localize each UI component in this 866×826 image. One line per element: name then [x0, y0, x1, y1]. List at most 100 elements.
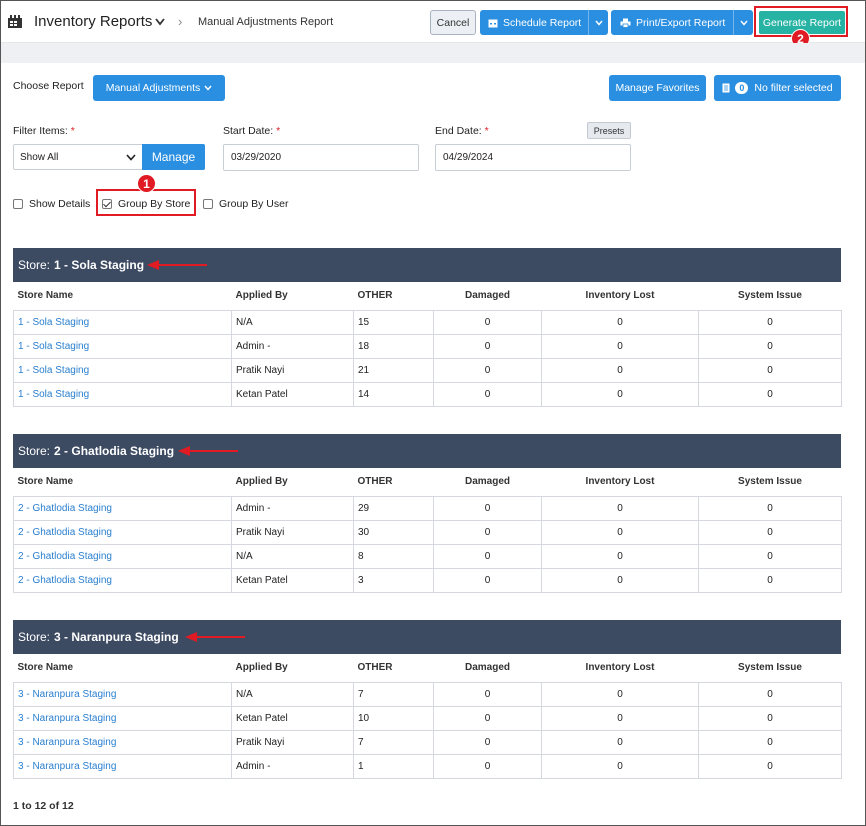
column-header[interactable]: Damaged: [433, 468, 542, 497]
store-group-title: 1 - Sola Staging: [54, 258, 145, 272]
store-name-link[interactable]: 2 - Ghatlodia Staging: [13, 495, 232, 521]
table-cell: 8: [353, 543, 434, 569]
table-cell: N/A: [231, 681, 354, 707]
table-cell: Pratik Nayi: [231, 519, 354, 545]
filter-items-value: Show All: [20, 151, 59, 163]
table-row: 2 - Ghatlodia Staging Pratik Nayi 30 0 0 0: [13, 519, 842, 545]
filter-items-select[interactable]: Show All: [13, 144, 143, 170]
store-name-link[interactable]: 1 - Sola Staging: [13, 333, 232, 359]
start-date-input[interactable]: 03/29/2020: [223, 144, 419, 171]
checkbox-icon[interactable]: [13, 199, 23, 209]
checkbox-icon[interactable]: [203, 199, 213, 209]
column-header[interactable]: Inventory Lost: [541, 654, 699, 683]
column-header[interactable]: Applied By: [231, 468, 354, 497]
schedule-dropdown-toggle[interactable]: [588, 10, 608, 35]
column-header[interactable]: OTHER: [353, 468, 434, 497]
chevron-down-icon[interactable]: [154, 17, 166, 27]
table-cell: 0: [698, 309, 842, 335]
table-cell: 10: [353, 705, 434, 731]
store-prefix: Store:: [18, 630, 51, 644]
table-cell: 0: [541, 729, 699, 755]
column-header[interactable]: Applied By: [231, 654, 354, 683]
group-by-user-checkbox[interactable]: Group By User: [203, 198, 288, 210]
filter-status-label: No filter selected: [754, 82, 833, 94]
table-cell: N/A: [231, 543, 354, 569]
annotation-callout-1: 1: [137, 174, 156, 193]
chevron-down-icon: [739, 20, 748, 26]
report-select-button[interactable]: Manual Adjustments: [93, 75, 225, 101]
table-cell: 0: [433, 681, 542, 707]
column-header[interactable]: Damaged: [433, 654, 542, 683]
table-cell: 0: [433, 705, 542, 731]
table-cell: 0: [433, 357, 542, 383]
print-dropdown-toggle[interactable]: [733, 10, 753, 35]
presets-button[interactable]: Presets: [587, 122, 631, 139]
chevron-down-icon: [204, 85, 212, 91]
column-header[interactable]: Damaged: [433, 282, 542, 311]
store-group-header: Store: 2 - Ghatlodia Staging: [13, 434, 841, 468]
schedule-report-button[interactable]: Schedule Report: [480, 10, 608, 35]
store-group-header: Store: 1 - Sola Staging: [13, 248, 841, 282]
manage-favorites-button[interactable]: Manage Favorites: [609, 75, 706, 101]
store-table: Store Name Applied By OTHER Damaged Inventor…: [13, 468, 842, 593]
table-cell: Admin -: [231, 753, 354, 779]
store-name-link[interactable]: 1 - Sola Staging: [13, 381, 232, 407]
group-by-user-label: Group By User: [219, 198, 289, 210]
print-export-button[interactable]: Print/Export Report: [611, 10, 753, 35]
table-header-row: Store Name Applied By OTHER Damaged Inventor…: [13, 654, 842, 683]
table-cell: 0: [698, 729, 842, 755]
column-header[interactable]: System Issue: [698, 468, 842, 497]
table-cell: 0: [433, 519, 542, 545]
column-header[interactable]: Inventory Lost: [541, 468, 699, 497]
table-row: 3 - Naranpura Staging Pratik Nayi 7 0 0 0: [13, 729, 842, 755]
table-cell: 0: [541, 705, 699, 731]
column-header[interactable]: Inventory Lost: [541, 282, 699, 311]
table-cell: 18: [353, 333, 434, 359]
store-name-link[interactable]: 3 - Naranpura Staging: [13, 753, 232, 779]
chevron-right-icon: ›: [178, 14, 183, 29]
table-cell: 1: [353, 753, 434, 779]
table-cell: 0: [541, 309, 699, 335]
store-prefix: Store:: [18, 258, 51, 272]
store-name-link[interactable]: 3 - Naranpura Staging: [13, 729, 232, 755]
store-name-link[interactable]: 1 - Sola Staging: [13, 357, 232, 383]
column-header[interactable]: System Issue: [698, 282, 842, 311]
table-cell: 29: [353, 495, 434, 521]
table-cell: Pratik Nayi: [231, 729, 354, 755]
store-name-link[interactable]: 2 - Ghatlodia Staging: [13, 519, 232, 545]
column-header[interactable]: OTHER: [353, 654, 434, 683]
column-header[interactable]: Store Name: [13, 282, 232, 311]
store-group: Store: 2 - Ghatlodia Staging Store Name App…: [13, 434, 842, 593]
store-name-link[interactable]: 1 - Sola Staging: [13, 309, 232, 335]
column-header[interactable]: OTHER: [353, 282, 434, 311]
table-cell: 0: [433, 333, 542, 359]
table-cell: 0: [541, 495, 699, 521]
chevron-down-icon: [126, 153, 136, 161]
column-header[interactable]: System Issue: [698, 654, 842, 683]
filter-count-badge: 0: [735, 82, 749, 94]
store-name-link[interactable]: 2 - Ghatlodia Staging: [13, 543, 232, 569]
table-row: 1 - Sola Staging Ketan Patel 14 0 0 0: [13, 381, 842, 407]
top-header: Inventory Reports › Manual Adjustments R…: [1, 1, 865, 43]
cancel-button[interactable]: Cancel: [430, 10, 476, 35]
show-details-checkbox[interactable]: Show Details: [13, 198, 90, 210]
end-date-input[interactable]: 04/29/2024: [435, 144, 631, 171]
column-header[interactable]: Applied By: [231, 282, 354, 311]
store-name-link[interactable]: 2 - Ghatlodia Staging: [13, 567, 232, 593]
table-cell: 0: [698, 495, 842, 521]
table-header-row: Store Name Applied By OTHER Damaged Inventor…: [13, 282, 842, 311]
table-cell: 7: [353, 681, 434, 707]
store-name-link[interactable]: 3 - Naranpura Staging: [13, 681, 232, 707]
manage-filter-button[interactable]: Manage: [142, 144, 205, 170]
column-header[interactable]: Store Name: [13, 468, 232, 497]
column-header[interactable]: Store Name: [13, 654, 232, 683]
table-cell: 0: [541, 357, 699, 383]
store-name-link[interactable]: 3 - Naranpura Staging: [13, 705, 232, 731]
app-title[interactable]: Inventory Reports: [34, 13, 152, 30]
table-row: 1 - Sola Staging N/A 15 0 0 0: [13, 309, 842, 335]
report-icon: [8, 15, 22, 28]
table-cell: N/A: [231, 309, 354, 335]
table-row: 3 - Naranpura Staging Admin -1000: [13, 753, 842, 779]
table-cell: Ketan Patel: [231, 567, 354, 593]
filter-status-button[interactable]: 0 No filter selected: [714, 75, 841, 101]
